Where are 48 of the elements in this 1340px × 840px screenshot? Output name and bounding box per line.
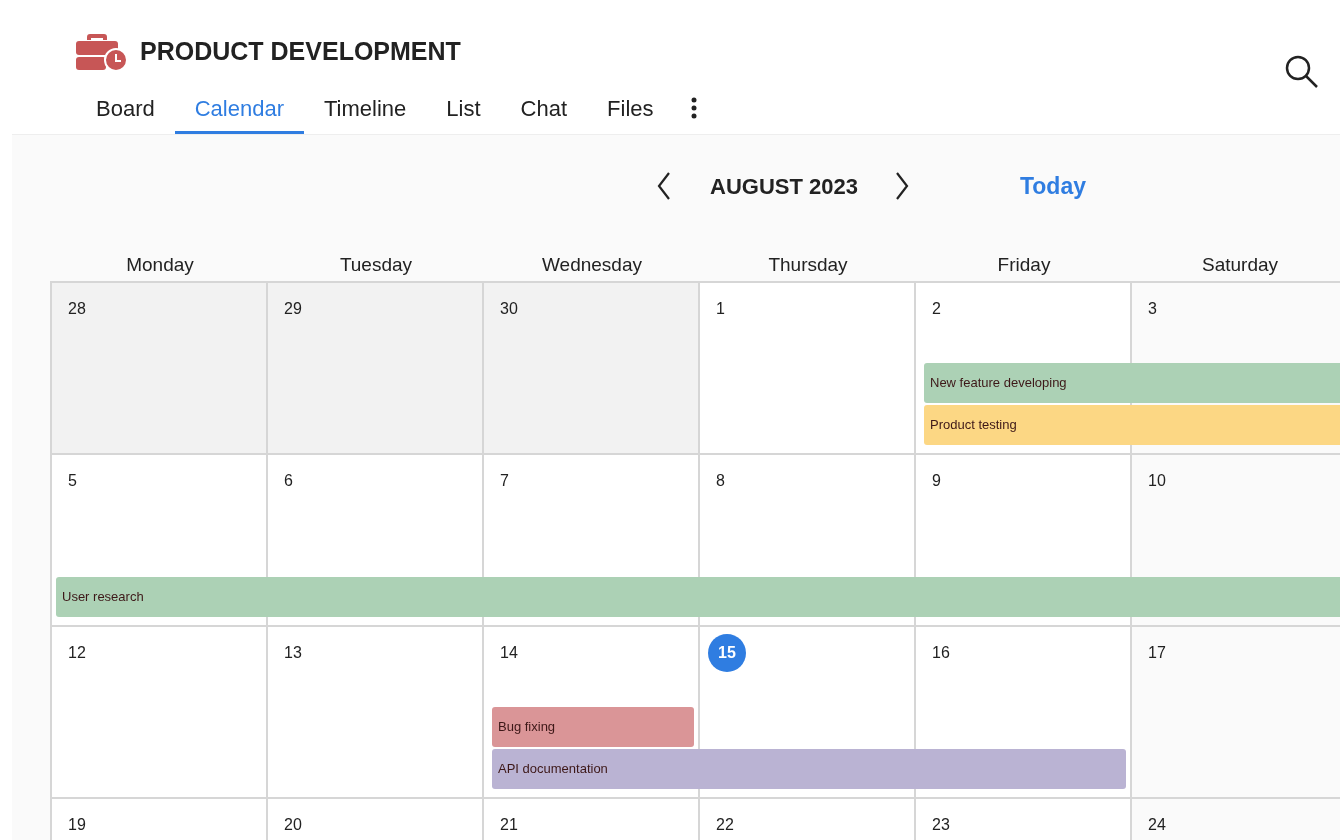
day-number: 20 xyxy=(284,816,302,833)
tab[interactable]: List xyxy=(426,90,501,134)
tab[interactable]: Timeline xyxy=(304,90,427,134)
weekday-header: Tuesday xyxy=(338,252,414,277)
day-number: 10 xyxy=(1148,472,1166,489)
day-number: 13 xyxy=(284,644,302,661)
previous-month-icon[interactable] xyxy=(656,171,672,201)
month-title: AUGUST 2023 xyxy=(710,172,858,201)
day-number: 24 xyxy=(1148,816,1166,833)
day-number: 8 xyxy=(716,472,725,489)
day-number: 12 xyxy=(68,644,86,661)
more-vertical-icon[interactable] xyxy=(689,96,698,120)
event-bar[interactable]: Product testing xyxy=(924,405,1340,445)
project-title: PRODUCT DEVELOPMENT xyxy=(140,36,461,68)
day-number: 28 xyxy=(68,300,86,317)
weekday-header: Monday xyxy=(125,252,195,277)
day-number: 1 xyxy=(716,300,725,317)
tab[interactable]: Files xyxy=(587,90,674,134)
day-number: 30 xyxy=(500,300,518,317)
event-bar[interactable]: New feature developing xyxy=(924,363,1340,403)
event-bar[interactable]: Bug fixing xyxy=(492,707,694,747)
day-number: 29 xyxy=(284,300,302,317)
day-number: 22 xyxy=(716,816,734,833)
day-number: 9 xyxy=(932,472,941,489)
next-month-icon[interactable] xyxy=(893,171,910,201)
day-number: 6 xyxy=(284,472,293,489)
day-number: 14 xyxy=(500,644,518,661)
day-number: 17 xyxy=(1148,644,1166,661)
today-day-number: 15 xyxy=(708,634,746,672)
day-number: 23 xyxy=(932,816,950,833)
weekday-header: Thursday xyxy=(767,252,849,277)
today-button[interactable]: Today xyxy=(1019,168,1086,204)
weekday-header: Wednesday xyxy=(541,252,643,277)
search-icon[interactable] xyxy=(1284,54,1320,90)
weekday-header: Saturday xyxy=(1200,252,1279,277)
event-bar[interactable]: User research xyxy=(56,577,1340,617)
weekday-header: Friday xyxy=(996,252,1052,277)
tab[interactable]: Board xyxy=(76,90,175,134)
day-number: 3 xyxy=(1148,300,1157,317)
day-number: 19 xyxy=(68,816,86,833)
briefcase-clock-icon xyxy=(76,32,128,72)
day-number: 5 xyxy=(68,472,77,489)
day-number: 2 xyxy=(932,300,941,317)
tab[interactable]: Chat xyxy=(500,90,588,134)
day-number: 21 xyxy=(500,816,518,833)
day-number: 16 xyxy=(932,644,950,661)
day-number: 7 xyxy=(500,472,509,489)
event-bar[interactable]: API documentation xyxy=(492,749,1126,789)
